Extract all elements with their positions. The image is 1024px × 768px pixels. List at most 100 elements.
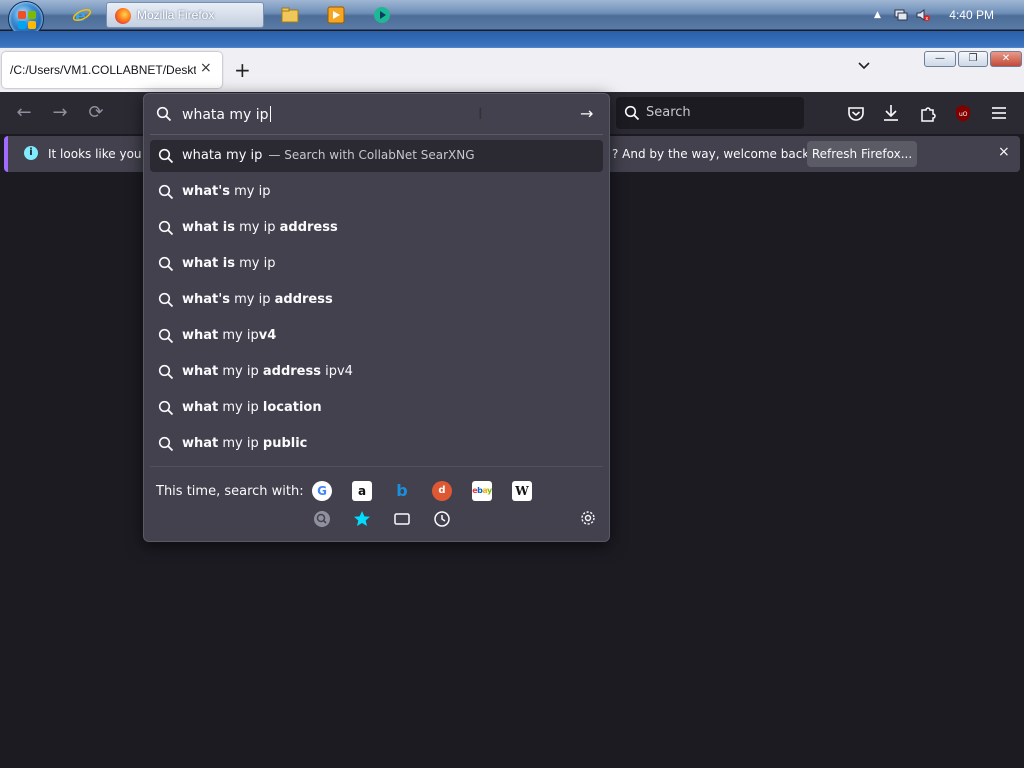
search-icon	[158, 292, 174, 308]
text-caret	[269, 106, 271, 122]
suggestion-plain-text: my ip	[229, 184, 271, 199]
refresh-firefox-button[interactable]: Refresh Firefox...	[807, 141, 917, 167]
bookmarks-icon[interactable]	[352, 509, 372, 529]
menu-icon[interactable]	[988, 102, 1010, 124]
divider	[150, 466, 603, 467]
back-button[interactable]: ←	[12, 102, 36, 124]
suggestion-plain-text: my ip	[234, 220, 280, 235]
taskbar-task-label: Mozilla Firefox	[137, 8, 215, 22]
reload-button[interactable]: ⟳	[84, 102, 108, 124]
search-icon	[158, 436, 174, 452]
google-icon[interactable]: G	[312, 481, 332, 501]
ublock-icon[interactable]: uO	[952, 102, 974, 124]
suggestion-bold-text: what is	[182, 256, 235, 271]
suggestion-text: what is my ip address	[182, 220, 338, 235]
suggestion-plain-text: ipv4	[320, 364, 353, 379]
svg-text:uO: uO	[959, 111, 968, 118]
suggestion-bold-text: public	[262, 436, 308, 451]
text-cursor-icon: I	[478, 104, 483, 123]
suggestion-plain-text: my ip	[218, 400, 263, 415]
suggestion-bold-text: address	[279, 220, 338, 235]
network-icon[interactable]	[894, 8, 908, 22]
suggestion-text: what my ip public	[182, 436, 307, 451]
search-icon	[158, 220, 174, 236]
suggestion-text: what my ipv4	[182, 328, 276, 343]
go-arrow-icon[interactable]: →	[580, 104, 593, 123]
svg-text:x: x	[925, 16, 928, 22]
suggestion-row[interactable]: what is my ip	[150, 248, 603, 280]
search-icon	[158, 328, 174, 344]
search-bar[interactable]: Search	[616, 97, 804, 129]
new-tab-button[interactable]: +	[234, 58, 251, 82]
suggestion-text: what my ip address ipv4	[182, 364, 353, 379]
suggestion-row[interactable]: what my ip address ipv4	[150, 356, 603, 388]
show-hidden-icons-icon[interactable]: ▲	[874, 10, 881, 20]
suggestion-bold-text: what	[182, 436, 219, 451]
suggestion-bold-text: what	[182, 328, 219, 343]
search-icon	[624, 105, 640, 121]
amazon-icon[interactable]: a	[352, 481, 372, 501]
volume-muted-icon[interactable]: x	[916, 8, 930, 22]
suggestion-bold-text: location	[262, 400, 322, 415]
suggestion-row[interactable]: whata my ip — Search with CollabNet SearX…	[150, 140, 603, 172]
restore-button[interactable]: ❐	[958, 51, 988, 67]
ebay-icon[interactable]: ebay	[472, 481, 492, 501]
search-placeholder: Search	[646, 105, 691, 120]
search-icon	[158, 364, 174, 380]
history-icon[interactable]	[432, 509, 452, 529]
suggestion-bold-text: address	[262, 364, 321, 379]
search-icon	[158, 400, 174, 416]
clock[interactable]: 4:40 PM	[949, 8, 994, 22]
suggestion-bold-text: what	[182, 364, 219, 379]
suggestion-plain-text: my ip	[218, 328, 259, 343]
duckduckgo-icon[interactable]: d	[432, 481, 452, 501]
suggestion-plain-text: my ip	[234, 256, 276, 271]
tab-title: /C:/Users/VM1.COLLABNET/Desktop	[10, 63, 196, 77]
search-icon	[156, 106, 172, 122]
list-all-tabs-icon[interactable]	[856, 60, 872, 72]
suggestion-row[interactable]: what my ipv4	[150, 320, 603, 352]
search-icon	[158, 184, 174, 200]
media-player-icon[interactable]	[326, 5, 346, 25]
internet-explorer-icon[interactable]: e	[72, 5, 92, 25]
suggestion-text: what's my ip	[182, 184, 270, 199]
bing-icon[interactable]: b	[392, 481, 412, 501]
suggestion-row[interactable]: what is my ip address	[150, 212, 603, 244]
divider	[150, 134, 603, 135]
suggestion-text: what is my ip	[182, 256, 275, 271]
search-icon	[158, 256, 174, 272]
extensions-icon[interactable]	[917, 102, 939, 124]
browser-tab[interactable]: /C:/Users/VM1.COLLABNET/Desktop ×	[2, 52, 222, 88]
close-notification-icon[interactable]: ×	[998, 144, 1010, 160]
forward-button[interactable]: →	[48, 102, 72, 124]
suggestion-row[interactable]: what my ip location	[150, 392, 603, 424]
app-icon[interactable]	[372, 5, 392, 25]
firefox-icon	[115, 8, 131, 24]
search-engine-icon[interactable]	[312, 509, 332, 529]
suggestion-row[interactable]: what's my ip address	[150, 284, 603, 316]
wikipedia-icon[interactable]: W	[512, 481, 532, 501]
close-tab-icon[interactable]: ×	[200, 60, 212, 76]
windows-taskbar: e Mozilla Firefox ▲ x 4:40 PM	[0, 0, 1024, 37]
windows-logo-icon	[18, 11, 36, 29]
suggestion-plain-text: my ip	[229, 292, 275, 307]
suggestion-row[interactable]: what's my ip	[150, 176, 603, 208]
pocket-icon[interactable]	[845, 102, 867, 124]
suggestion-bold-text: what is	[182, 220, 235, 235]
url-input-value: whata my ip	[182, 107, 269, 123]
settings-gear-icon[interactable]	[580, 510, 596, 526]
tabs-icon[interactable]	[392, 509, 412, 529]
file-explorer-icon[interactable]	[280, 5, 300, 25]
suggestion-bold-text: address	[274, 292, 333, 307]
suggestion-row[interactable]: what my ip public	[150, 428, 603, 460]
url-input[interactable]: whata my ip →	[144, 94, 609, 134]
search-icon	[158, 148, 174, 164]
suggestion-text: what my ip location	[182, 400, 322, 415]
notification-message-end: ? And by the way, welcome back!	[612, 147, 815, 161]
minimize-button[interactable]: —	[924, 51, 956, 67]
svg-text:e: e	[75, 6, 86, 25]
download-icon[interactable]	[880, 102, 902, 124]
close-window-button[interactable]: ✕	[990, 51, 1022, 67]
info-icon: i	[24, 146, 38, 160]
taskbar-firefox-button[interactable]: Mozilla Firefox	[106, 2, 264, 28]
